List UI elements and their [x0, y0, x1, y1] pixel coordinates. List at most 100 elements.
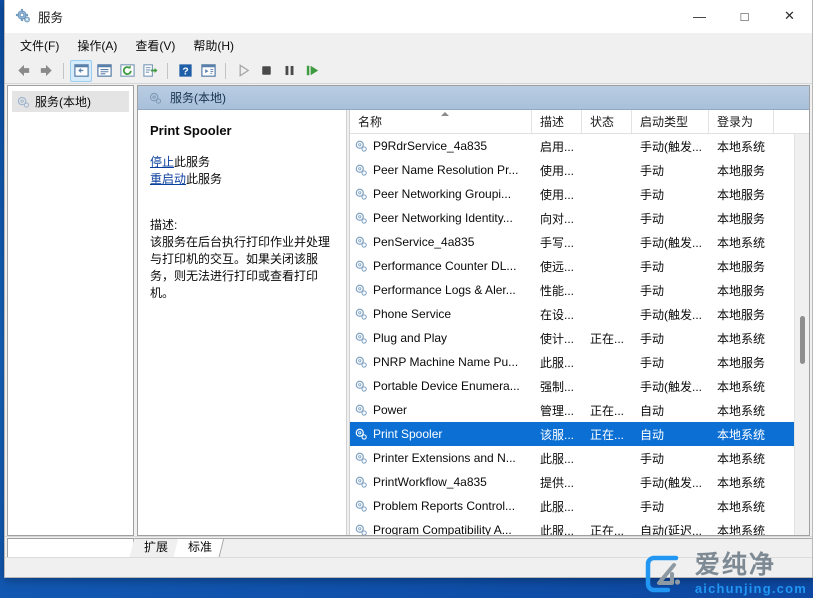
table-row[interactable]: Power管理...正在...自动本地系统 [350, 398, 794, 422]
table-row[interactable]: Peer Networking Groupi...使用...手动本地服务 [350, 182, 794, 206]
cell-logon: 本地服务 [709, 162, 774, 179]
menu-file[interactable]: 文件(F) [11, 34, 68, 57]
cell-name: Peer Name Resolution Pr... [350, 163, 532, 177]
scrollbar-thumb[interactable] [800, 316, 805, 364]
service-gear-icon [354, 283, 368, 297]
close-button[interactable]: ✕ [767, 0, 812, 32]
column-header-start[interactable]: 启动类型 [632, 110, 709, 133]
service-name-text: Power [373, 403, 407, 417]
service-gear-icon [354, 163, 368, 177]
table-row[interactable]: Problem Reports Control...此服...手动本地系统 [350, 494, 794, 518]
cell-name: PrintWorkflow_4a835 [350, 475, 532, 489]
menu-action[interactable]: 操作(A) [68, 34, 126, 57]
cell-desc: 此服... [532, 522, 582, 536]
cell-desc: 该服... [532, 426, 582, 443]
cell-name: P9RdrService_4a835 [350, 139, 532, 153]
services-window: 服务 — □ ✕ 文件(F)操作(A)查看(V)帮助(H) ? 服务(本地) 服… [4, 0, 813, 578]
cell-desc: 使远... [532, 258, 582, 275]
service-gear-icon [354, 331, 368, 345]
cell-name: Program Compatibility A... [350, 523, 532, 535]
refresh-icon[interactable] [116, 60, 138, 82]
service-gear-icon [354, 259, 368, 273]
cell-logon: 本地系统 [709, 498, 774, 515]
service-name-text: Phone Service [373, 307, 451, 321]
service-name-text: Portable Device Enumera... [373, 379, 520, 393]
cell-desc: 使用... [532, 186, 582, 203]
service-name-text: Program Compatibility A... [373, 523, 512, 535]
back-icon[interactable] [12, 60, 34, 82]
cell-start: 手动 [632, 498, 709, 515]
selected-service-name: Print Spooler [150, 123, 334, 138]
service-gear-icon [354, 187, 368, 201]
table-row[interactable]: P9RdrService_4a835启用...手动(触发...本地系统 [350, 134, 794, 158]
table-row[interactable]: PrintWorkflow_4a835提供...手动(触发...本地系统 [350, 470, 794, 494]
cell-name: Performance Logs & Aler... [350, 283, 532, 297]
table-row[interactable]: Printer Extensions and N...此服...手动本地系统 [350, 446, 794, 470]
table-row[interactable]: Performance Counter DL...使远...手动本地服务 [350, 254, 794, 278]
service-action-links: 停止此服务重启动 此服务 [150, 154, 334, 188]
cell-state: 正在... [582, 402, 632, 419]
forward-icon[interactable] [35, 60, 57, 82]
service-name-text: PNRP Machine Name Pu... [373, 355, 518, 369]
help-icon[interactable]: ? [174, 60, 196, 82]
restart-service-icon[interactable] [301, 60, 323, 82]
service-gear-icon [354, 499, 368, 513]
table-row[interactable]: Portable Device Enumera...强制...手动(触发...本… [350, 374, 794, 398]
service-name-text: Performance Logs & Aler... [373, 283, 516, 297]
console-tree-pane: 服务(本地) [7, 85, 134, 536]
cell-name: Phone Service [350, 307, 532, 321]
table-row[interactable]: Print Spooler该服...正在...自动本地系统 [350, 422, 794, 446]
cell-desc: 使计... [532, 330, 582, 347]
table-row[interactable]: Peer Networking Identity...向对...手动本地服务 [350, 206, 794, 230]
service-name-text: P9RdrService_4a835 [373, 139, 487, 153]
cell-desc: 启用... [532, 138, 582, 155]
start-service-icon[interactable] [232, 60, 254, 82]
cell-start: 手动(触发... [632, 474, 709, 491]
tab-standard[interactable]: 标准 [174, 538, 225, 557]
table-row[interactable]: Peer Name Resolution Pr...使用...手动本地服务 [350, 158, 794, 182]
show-hide-tree-icon[interactable] [70, 60, 92, 82]
table-row[interactable]: PenService_4a835手写...手动(触发...本地系统 [350, 230, 794, 254]
cell-start: 手动 [632, 162, 709, 179]
svg-text:?: ? [182, 66, 188, 77]
cell-state: 正在... [582, 330, 632, 347]
menu-help[interactable]: 帮助(H) [184, 34, 243, 57]
stop-service-link[interactable]: 停止 [150, 155, 174, 169]
service-detail-pane: Print Spooler 停止此服务重启动此服务 描述: 该服务在后台执行打印… [138, 110, 346, 535]
service-gear-icon [354, 523, 368, 535]
maximize-button[interactable]: □ [722, 0, 767, 32]
table-row[interactable]: Plug and Play使计...正在...手动本地系统 [350, 326, 794, 350]
table-row[interactable]: Program Compatibility A...此服...正在...自动(延… [350, 518, 794, 535]
restart-service-link[interactable]: 重启动 [150, 172, 186, 186]
export-list-icon[interactable] [139, 60, 161, 82]
details-view-icon[interactable] [197, 60, 219, 82]
tab-extended[interactable]: 扩展 [130, 538, 181, 557]
cell-start: 自动 [632, 402, 709, 419]
cell-desc: 在设... [532, 306, 582, 323]
properties-icon[interactable] [93, 60, 115, 82]
service-name-text: Print Spooler [373, 427, 442, 441]
column-header-state[interactable]: 状态 [582, 110, 632, 133]
tree-item-services-local[interactable]: 服务(本地) [12, 91, 129, 112]
link-suffix: 此服务 [174, 155, 210, 169]
stop-service-link-row: 停止此服务 [150, 154, 334, 171]
table-row[interactable]: Performance Logs & Aler...性能...手动本地服务 [350, 278, 794, 302]
watermark: 爱纯净 aichunjing.com [642, 552, 807, 596]
minimize-button[interactable]: — [677, 0, 722, 32]
cell-name: PenService_4a835 [350, 235, 532, 249]
cell-logon: 本地系统 [709, 330, 774, 347]
stop-service-icon[interactable] [255, 60, 277, 82]
table-row[interactable]: Phone Service在设...手动(触发...本地服务 [350, 302, 794, 326]
cell-logon: 本地服务 [709, 354, 774, 371]
column-header-desc[interactable]: 描述 [532, 110, 582, 133]
service-name-text: Problem Reports Control... [373, 499, 515, 513]
menu-view[interactable]: 查看(V) [126, 34, 184, 57]
column-header-logon[interactable]: 登录为 [709, 110, 774, 133]
services-list-pane: 名称描述状态启动类型登录为 P9RdrService_4a835 启用... 手动(… [350, 110, 809, 535]
table-row[interactable]: PNRP Machine Name Pu...此服...手动本地服务 [350, 350, 794, 374]
column-header-name[interactable]: 名称 [350, 110, 532, 133]
pause-service-icon[interactable] [278, 60, 300, 82]
results-pane: 服务(本地) Print Spooler 停止此服务重启动此服务 描述: 该服务… [137, 85, 810, 536]
vertical-scrollbar[interactable] [794, 134, 809, 535]
cell-name: Peer Networking Identity... [350, 211, 532, 225]
